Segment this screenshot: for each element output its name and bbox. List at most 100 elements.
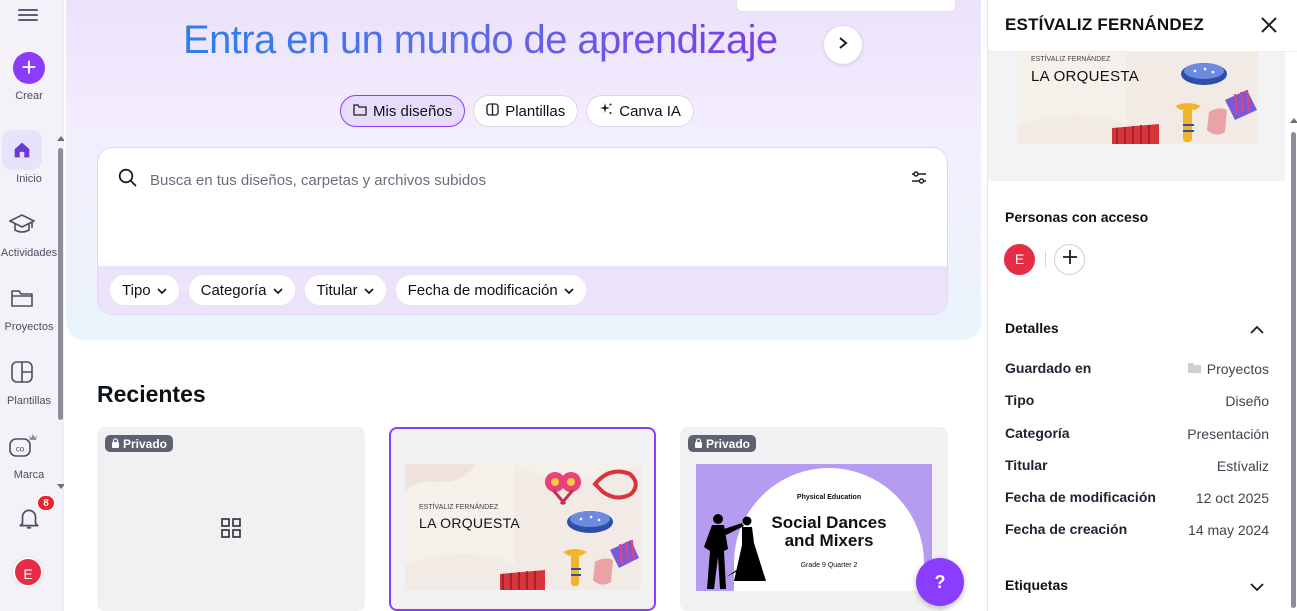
close-icon[interactable]	[1258, 14, 1280, 36]
detail-value: Proyectos	[1206, 361, 1269, 377]
chevron-down-icon	[564, 282, 574, 299]
add-person-button[interactable]	[1054, 244, 1085, 275]
filter-sliders-icon[interactable]	[911, 170, 927, 191]
rail-label: Plantillas	[6, 395, 52, 407]
help-button[interactable]: ?	[916, 558, 964, 606]
panel-title: ESTÍVALIZ FERNÁNDEZ	[1005, 15, 1204, 34]
menu-icon[interactable]	[18, 6, 38, 26]
search-icon	[118, 168, 138, 193]
folder-icon	[353, 103, 367, 120]
chip-label: Categoría	[200, 281, 267, 299]
filter-categoria[interactable]: Categoría	[188, 275, 295, 305]
search-card: Busca en tus diseños, carpetas y archivo…	[97, 147, 948, 315]
search-input[interactable]: Busca en tus diseños, carpetas y archivo…	[118, 168, 927, 192]
filter-titular[interactable]: Titular	[304, 275, 386, 305]
private-badge: Privado	[105, 435, 174, 452]
sparkle-icon	[599, 102, 613, 120]
filter-fecha-modificacion[interactable]: Fecha de modificación	[395, 275, 586, 305]
rail-item-inicio[interactable]: Inicio	[0, 130, 60, 185]
chip-label: Fecha de modificación	[407, 281, 558, 299]
tab-canva-ia[interactable]: Canva IA	[586, 95, 694, 127]
graduation-cap-icon	[2, 204, 42, 244]
rail-item-plantillas[interactable]: Plantillas	[0, 352, 60, 407]
detail-value: 14 may 2024	[1188, 522, 1269, 538]
details-label: Detalles	[1005, 320, 1059, 336]
tab-plantillas[interactable]: Plantillas	[473, 95, 579, 127]
rail-item-actividades[interactable]: Actividades	[0, 204, 60, 259]
chevron-down-icon	[157, 282, 167, 299]
avatar[interactable]: E	[13, 557, 43, 587]
thumbnail-kicker: Physical Education	[796, 494, 862, 501]
home-icon	[2, 130, 42, 170]
top-box	[736, 0, 956, 12]
detail-label: Fecha de creación	[1005, 521, 1128, 537]
badge-label: Privado	[123, 436, 168, 451]
notification-badge: 8	[37, 495, 55, 511]
chevron-up-icon[interactable]	[1250, 322, 1264, 340]
panel-scroll-up[interactable]	[1290, 118, 1297, 123]
rail-label: Marca	[13, 469, 45, 481]
rail-label: Inicio	[16, 173, 42, 185]
lock-icon	[111, 437, 120, 451]
thumbnail-author: ESTÍVALIZ FERNÁNDEZ	[419, 504, 499, 511]
hero-tabs: Mis diseños Plantillas Canva IA	[340, 95, 694, 127]
detail-value: Diseño	[1225, 393, 1269, 409]
chevron-right-icon	[837, 36, 849, 55]
chevron-down-icon	[272, 282, 283, 299]
panel-scrollbar[interactable]	[1291, 132, 1296, 608]
design-card-selected[interactable]: ESTÍVALIZ FERNÁNDEZ LA ORQUESTA	[389, 427, 656, 611]
preview-author: ESTÍVALIZ FERNÁNDEZ	[1031, 56, 1111, 63]
templates-icon	[486, 102, 499, 120]
tab-mis-disenos[interactable]: Mis diseños	[340, 95, 466, 127]
detail-value-saved-in[interactable]: Proyectos	[1187, 361, 1269, 377]
design-card[interactable]: Privado	[97, 427, 365, 611]
rail-item-marca[interactable]: co Marca	[0, 426, 60, 481]
bell-icon[interactable]	[16, 505, 42, 536]
plus-icon	[1062, 249, 1078, 270]
search-placeholder: Busca en tus diseños, carpetas y archivo…	[150, 171, 487, 189]
detail-label: Guardado en	[1005, 360, 1092, 376]
create-label: Crear	[15, 90, 43, 102]
badge-label: Privado	[706, 436, 751, 451]
detail-label: Titular	[1005, 457, 1048, 473]
detail-label: Tipo	[1005, 392, 1035, 408]
tab-label: Mis diseños	[373, 102, 453, 120]
access-label: Personas con acceso	[1005, 209, 1149, 225]
preview-title: LA ORQUESTA	[1031, 68, 1140, 85]
create-button[interactable]: +	[13, 52, 45, 84]
tags-label: Etiquetas	[1005, 577, 1069, 593]
section-title-recientes: Recientes	[97, 381, 206, 407]
detail-label: Fecha de modificación	[1005, 489, 1156, 505]
grid-icon	[221, 518, 241, 543]
thumbnail-title: LA ORQUESTA	[419, 515, 521, 531]
access-avatar[interactable]: E	[1004, 244, 1035, 275]
divider	[1045, 251, 1046, 268]
chevron-down-icon[interactable]	[1250, 579, 1264, 597]
lock-icon	[694, 437, 703, 451]
dancers-silhouette	[704, 514, 766, 589]
tab-label: Canva IA	[619, 102, 681, 120]
templates-icon	[2, 352, 42, 392]
hero-next-button[interactable]	[824, 26, 862, 64]
preview-thumbnail: ESTÍVALIZ FERNÁNDEZ LA ORQUESTA	[1017, 36, 1258, 144]
folder-icon	[1187, 361, 1202, 377]
detail-value: Presentación	[1187, 426, 1269, 442]
svg-text:co: co	[16, 445, 25, 454]
hero-title: Entra en un mundo de aprendizaje	[183, 18, 778, 62]
left-rail: + Crear Inicio Actividades Proyectos Pla…	[0, 0, 65, 611]
design-card[interactable]: Physical Education Social Dances and Mix…	[680, 427, 948, 611]
chevron-down-icon	[364, 282, 374, 299]
panel-header: ESTÍVALIZ FERNÁNDEZ	[988, 0, 1297, 52]
filter-tipo[interactable]: Tipo	[110, 275, 179, 305]
design-thumbnail: ESTÍVALIZ FERNÁNDEZ LA ORQUESTA	[405, 464, 641, 590]
rail-scrollbar[interactable]	[58, 148, 63, 420]
detail-value: 12 oct 2025	[1195, 490, 1269, 506]
rail-item-proyectos[interactable]: Proyectos	[0, 278, 60, 333]
chip-label: Tipo	[122, 281, 151, 299]
detail-value: Estívaliz	[1216, 458, 1269, 474]
details-panel: ESTÍVALIZ FERNÁNDEZ LA ORQUESTA ESTÍVALI…	[987, 0, 1297, 611]
rail-label: Proyectos	[4, 321, 54, 333]
private-badge: Privado	[688, 435, 757, 452]
design-thumbnail: Physical Education Social Dances and Mix…	[696, 464, 932, 591]
brand-icon: co	[2, 426, 42, 466]
